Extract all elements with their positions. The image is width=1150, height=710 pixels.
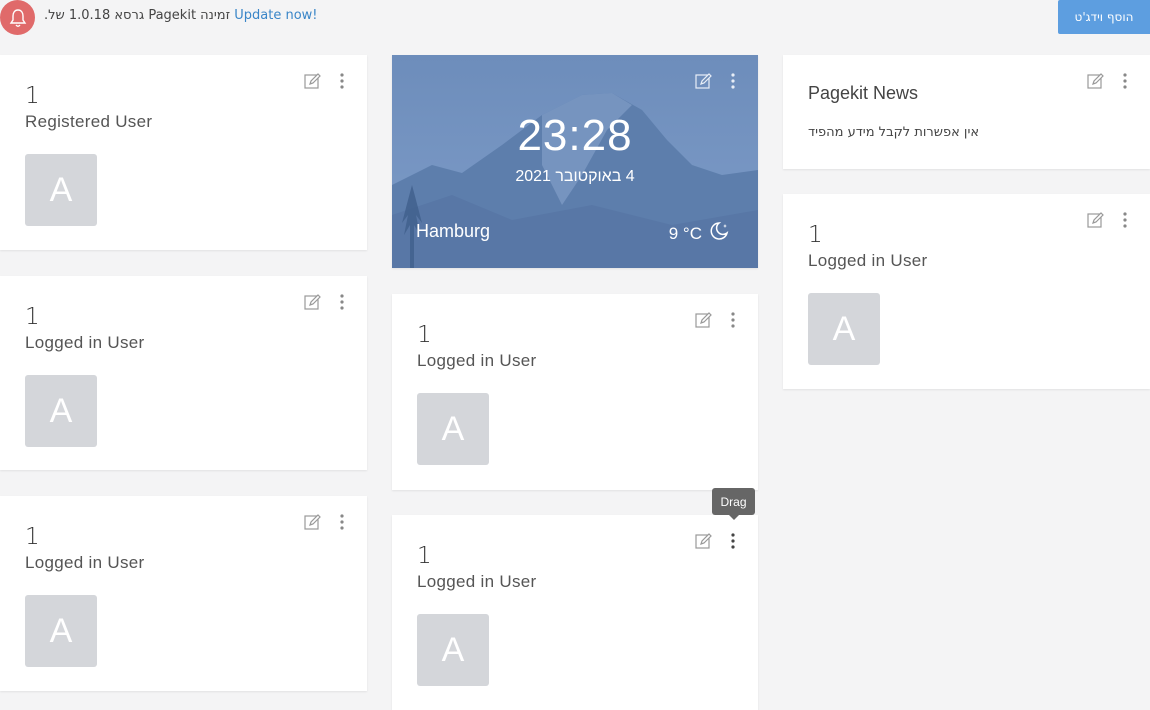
temperature-value: 9 °C [668, 223, 702, 243]
user-count: 1 [417, 543, 432, 569]
news-error-message: אין אפשרות לקבל מידע מהפיד [808, 125, 980, 140]
bell-icon [0, 0, 35, 35]
update-notification-bar: זמינה Pagekit גרסא 1.0.18 של. Update now… [0, 0, 1150, 36]
more-vertical-icon[interactable] [333, 72, 351, 90]
edit-icon[interactable] [694, 72, 712, 90]
edit-icon[interactable] [694, 311, 712, 329]
more-vertical-icon[interactable] [333, 293, 351, 311]
more-vertical-icon[interactable] [724, 311, 742, 329]
clock-time: 23:28 [517, 111, 633, 160]
weather-city: Hamburg [416, 221, 491, 241]
widget-logged-in-user: 1 Logged in User A [392, 294, 758, 490]
widget-logged-in-user: 1 Logged in User A [392, 515, 758, 710]
drag-tooltip: Drag [712, 488, 755, 520]
weather-temperature: 9 °C [669, 221, 730, 246]
avatar[interactable]: A [25, 154, 97, 226]
user-count: 1 [808, 222, 823, 248]
update-now-link[interactable]: Update now! [234, 8, 317, 23]
clock-date: 4 באוקטובר 2021 [515, 168, 635, 185]
more-vertical-icon[interactable] [333, 513, 351, 531]
widget-registered-user: 1 Registered User A [0, 55, 367, 250]
avatar[interactable]: A [25, 595, 97, 667]
avatar[interactable]: A [808, 293, 880, 365]
widget-label: Logged in User [25, 553, 145, 572]
widget-label: Logged in User [808, 251, 928, 270]
widget-label: Logged in User [25, 333, 145, 352]
user-count: 1 [25, 304, 40, 330]
update-text: זמינה Pagekit גרסא 1.0.18 של. [44, 8, 231, 23]
avatar[interactable]: A [417, 614, 489, 686]
avatar[interactable]: A [417, 393, 489, 465]
drag-handle-icon[interactable] [724, 532, 742, 550]
edit-icon[interactable] [1086, 211, 1104, 229]
edit-icon[interactable] [303, 513, 321, 531]
more-vertical-icon[interactable] [724, 72, 742, 90]
add-widget-button[interactable]: הוסף וידג'ט [1058, 0, 1150, 34]
widget-pagekit-news: Pagekit News אין אפשרות לקבל מידע מהפיד [783, 55, 1150, 169]
widget-label: Registered User [25, 112, 153, 131]
widget-logged-in-user: 1 Logged in User A [0, 496, 367, 691]
widget-logged-in-user: 1 Logged in User A [0, 276, 367, 470]
user-count: 1 [25, 524, 40, 550]
update-message: זמינה Pagekit גרסא 1.0.18 של. Update now… [44, 8, 318, 23]
more-vertical-icon[interactable] [1116, 211, 1134, 229]
edit-icon[interactable] [1086, 72, 1104, 90]
widget-logged-in-user: 1 Logged in User A [783, 194, 1150, 389]
more-vertical-icon[interactable] [1116, 72, 1134, 90]
avatar[interactable]: A [25, 375, 97, 447]
widget-label: Logged in User [417, 351, 537, 370]
user-count: 1 [417, 322, 432, 348]
edit-icon[interactable] [694, 532, 712, 550]
widget-clock-weather: 23:28 4 באוקטובר 2021 Hamburg 9 °C [392, 55, 758, 268]
user-count: 1 [25, 83, 40, 109]
edit-icon[interactable] [303, 72, 321, 90]
edit-icon[interactable] [303, 293, 321, 311]
moon-icon [708, 221, 730, 246]
news-title: Pagekit News [808, 83, 919, 103]
widget-label: Logged in User [417, 572, 537, 591]
